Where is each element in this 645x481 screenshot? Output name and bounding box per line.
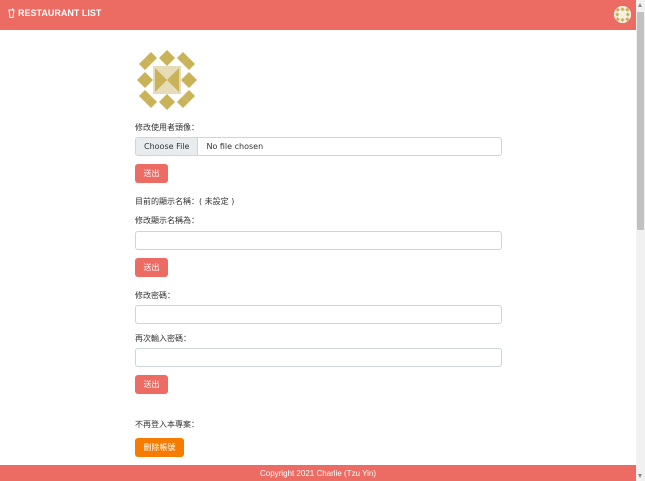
display-name-input[interactable]	[135, 231, 502, 250]
profile-avatar-icon	[137, 50, 197, 110]
delete-account-button[interactable]: 刪除帳號	[135, 438, 184, 457]
file-status-text: No file chosen	[206, 142, 264, 151]
copyright-text: Copyright 2021 Charlie (Tzu Yin)	[259, 468, 377, 478]
scroll-up-arrow-icon[interactable]	[638, 3, 642, 7]
footer: Copyright 2021 Charlie (Tzu Yin)	[0, 465, 636, 481]
display-name-label: 修改顯示名稱為：	[135, 216, 199, 225]
brand-title: RESTAURANT LIST	[18, 8, 102, 18]
password-submit-button[interactable]: 送出	[135, 375, 168, 394]
avatar-file-input[interactable]: Choose File No file chosen	[135, 137, 502, 156]
navbar: RESTAURANT LIST	[0, 0, 636, 30]
password-input[interactable]	[135, 305, 502, 324]
confirm-password-input[interactable]	[135, 348, 502, 367]
choose-file-button[interactable]: Choose File	[136, 138, 199, 155]
confirm-password-label: 再次輸入密碼：	[135, 334, 191, 343]
scroll-down-arrow-icon[interactable]	[638, 474, 642, 478]
page-scrollbar[interactable]	[636, 0, 645, 481]
scrollbar-thumb[interactable]	[637, 12, 644, 230]
cup-icon	[8, 8, 15, 18]
current-display-name: 目前的顯示名稱：( 未設定 )	[135, 197, 235, 206]
display-name-submit-button[interactable]: 送出	[135, 258, 168, 277]
identicon-avatar-icon	[614, 6, 631, 23]
avatar-submit-button[interactable]: 送出	[135, 164, 168, 183]
user-avatar-button[interactable]	[614, 6, 631, 23]
avatar-label: 修改使用者頭像：	[135, 123, 199, 132]
brand-link[interactable]: RESTAURANT LIST	[8, 8, 101, 18]
password-label: 修改密碼：	[135, 291, 175, 300]
delete-account-label: 不再登入本專案：	[135, 420, 199, 429]
